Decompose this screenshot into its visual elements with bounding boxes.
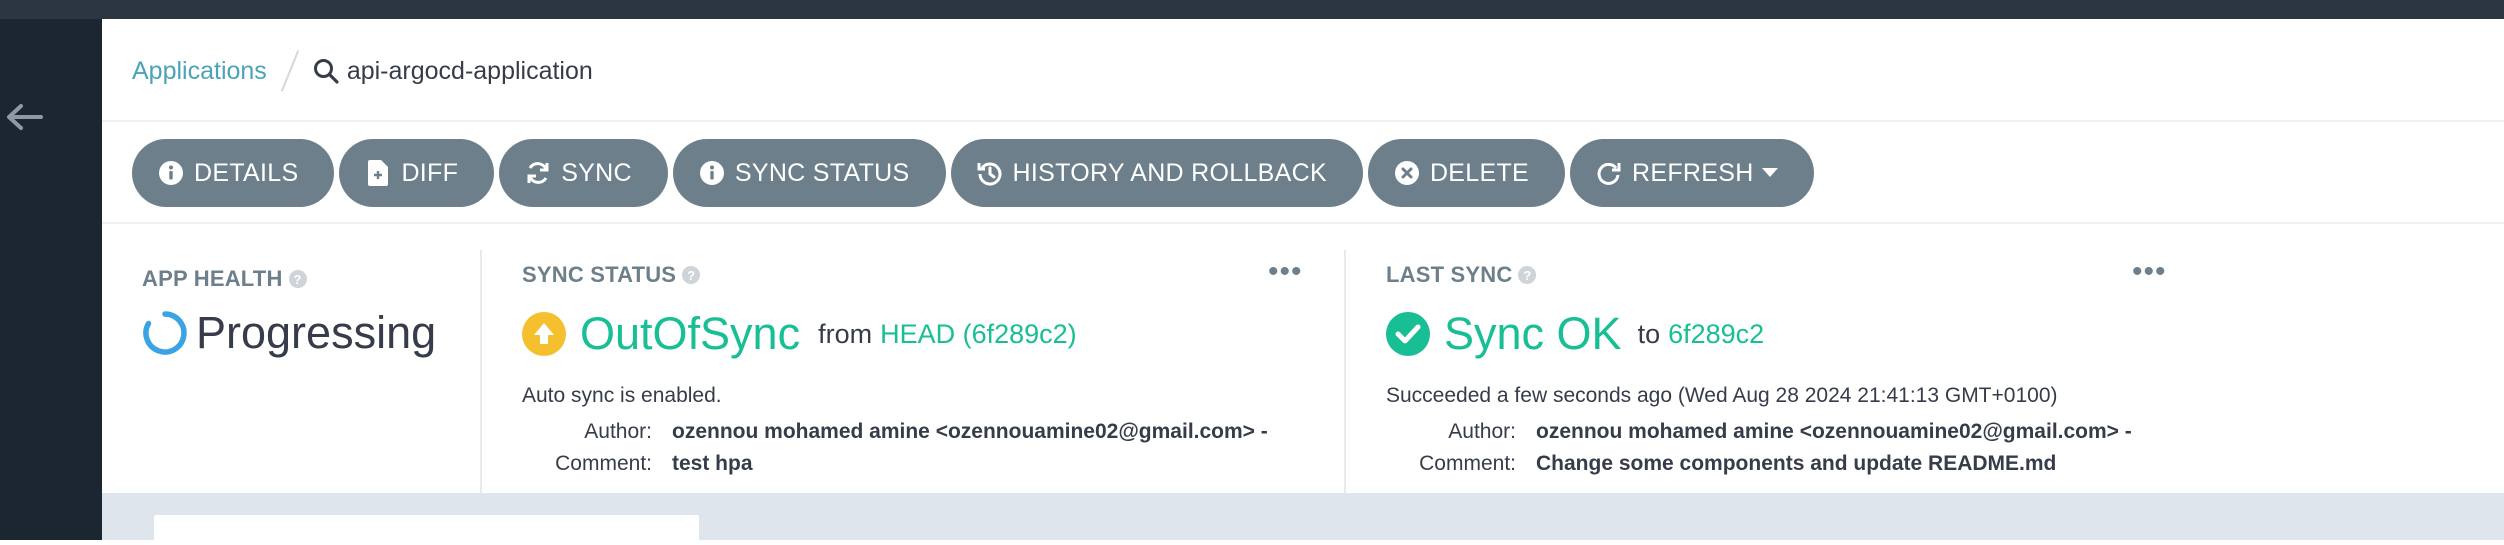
main-content: Applications api-argocd-application DETA… (102, 19, 2504, 545)
caret-down-icon (1761, 168, 1778, 178)
diff-button[interactable]: DIFF (339, 139, 495, 207)
resource-card (154, 515, 699, 545)
breadcrumb: Applications api-argocd-application (132, 50, 593, 92)
sync-status-button[interactable]: SYNC STATUS (672, 139, 946, 207)
times-circle-icon (1394, 160, 1420, 186)
sync-button-label: SYNC (561, 158, 632, 187)
info-circle-icon (699, 160, 725, 186)
app-toolbar: DETAILS DIFF SYNC SYNC STATUS HISTORY AN… (132, 139, 1814, 207)
author-value: ozennou mohamed amine <ozennouamine02@gm… (672, 420, 1268, 443)
app-health-status: Progressing (142, 307, 436, 359)
refresh-dropdown-button[interactable]: REFRESH (1570, 139, 1814, 207)
delete-button-label: DELETE (1429, 158, 1530, 187)
last-sync-more-icon[interactable]: ••• (2132, 257, 2167, 287)
sync-status-from: from (818, 318, 873, 349)
last-sync-label: LAST SYNC (1386, 262, 1513, 287)
last-sync-label-row: LAST SYNC ? (1386, 262, 1537, 288)
last-sync-to: to (1637, 318, 1661, 349)
sync-status-panel: SYNC STATUS ? ••• OutOfSync from HEAD (6… (522, 224, 1402, 493)
app-health-label: APP HEALTH (142, 266, 283, 291)
details-button[interactable]: DETAILS (132, 139, 335, 207)
left-navigation (0, 19, 102, 540)
app-health-status-text: Progressing (196, 307, 437, 358)
diff-button-label: DIFF (401, 158, 459, 187)
help-icon[interactable]: ? (288, 270, 307, 288)
sync-status-label-row: SYNC STATUS ? (522, 262, 701, 288)
last-sync-row: Sync OK to 6f289c2 (1386, 308, 1764, 360)
sync-status-button-label: SYNC STATUS (734, 158, 910, 187)
status-panels: APP HEALTH ? Progressing SYNC STATUS ? •… (102, 224, 2504, 498)
history-and-rollback-button[interactable]: HISTORY AND ROLLBACK (950, 139, 1363, 207)
last-sync-succeeded: Succeeded a few seconds ago (Wed Aug 28 … (1386, 384, 2058, 407)
refresh-button-label: REFRESH (1632, 158, 1754, 187)
redo-icon (1596, 160, 1622, 186)
back-arrow-icon[interactable] (0, 97, 48, 137)
panel-divider (1344, 250, 1346, 498)
sync-status-value: OutOfSync (580, 308, 801, 359)
comment-label: Comment: (555, 452, 652, 475)
panel-divider (480, 250, 482, 498)
app-health-panel: APP HEALTH ? Progressing (142, 224, 542, 484)
delete-button[interactable]: DELETE (1367, 139, 1566, 207)
details-button-label: DETAILS (194, 158, 299, 187)
progressing-spinner-icon (142, 310, 188, 356)
comment-value: Change some components and update README… (1536, 452, 2057, 475)
comment-value: test hpa (672, 452, 753, 475)
sync-icon (525, 160, 551, 186)
auto-sync-note: Auto sync is enabled. (522, 384, 722, 407)
sync-status-row: OutOfSync from HEAD (6f289c2) (522, 308, 1077, 360)
app-health-label-row: APP HEALTH ? (142, 266, 307, 292)
header-divider (102, 120, 2504, 122)
check-circle-icon (1386, 312, 1430, 356)
file-diff-icon (365, 160, 391, 186)
last-sync-revision-link[interactable]: 6f289c2 (1668, 319, 1764, 350)
sync-status-more-icon[interactable]: ••• (1268, 257, 1303, 287)
last-sync-details: Author: ozennou mohamed amine <ozennouam… (1386, 420, 2132, 476)
author-label: Author: (1448, 420, 1516, 443)
breadcrumb-applications-link[interactable]: Applications (132, 57, 267, 86)
breadcrumb-current[interactable]: api-argocd-application (313, 57, 593, 86)
resource-tree-area (102, 493, 2504, 545)
history-and-rollback-button-label: HISTORY AND ROLLBACK (1012, 158, 1327, 187)
sync-status-revision-link[interactable]: HEAD (6f289c2) (880, 319, 1077, 350)
application-name: api-argocd-application (346, 56, 593, 85)
help-icon[interactable]: ? (1518, 266, 1537, 284)
author-value: ozennou mohamed amine <ozennouamine02@gm… (1536, 420, 2132, 443)
help-icon[interactable]: ? (682, 266, 701, 284)
breadcrumb-separator (280, 50, 299, 92)
sync-button[interactable]: SYNC (499, 139, 668, 207)
sync-status-details: Author: ozennou mohamed amine <ozennouam… (522, 420, 1268, 476)
last-sync-status: Sync OK (1444, 308, 1622, 359)
last-sync-panel: LAST SYNC ? ••• Sync OK to 6f289c2 Succe… (1386, 224, 2286, 493)
comment-label: Comment: (1419, 452, 1516, 475)
sync-status-label: SYNC STATUS (522, 262, 677, 287)
info-circle-icon (158, 160, 184, 186)
top-bar (0, 0, 2504, 19)
search-icon (313, 59, 339, 84)
out-of-sync-arrow-icon (522, 312, 566, 356)
author-label: Author: (584, 420, 652, 443)
history-icon (977, 160, 1003, 186)
